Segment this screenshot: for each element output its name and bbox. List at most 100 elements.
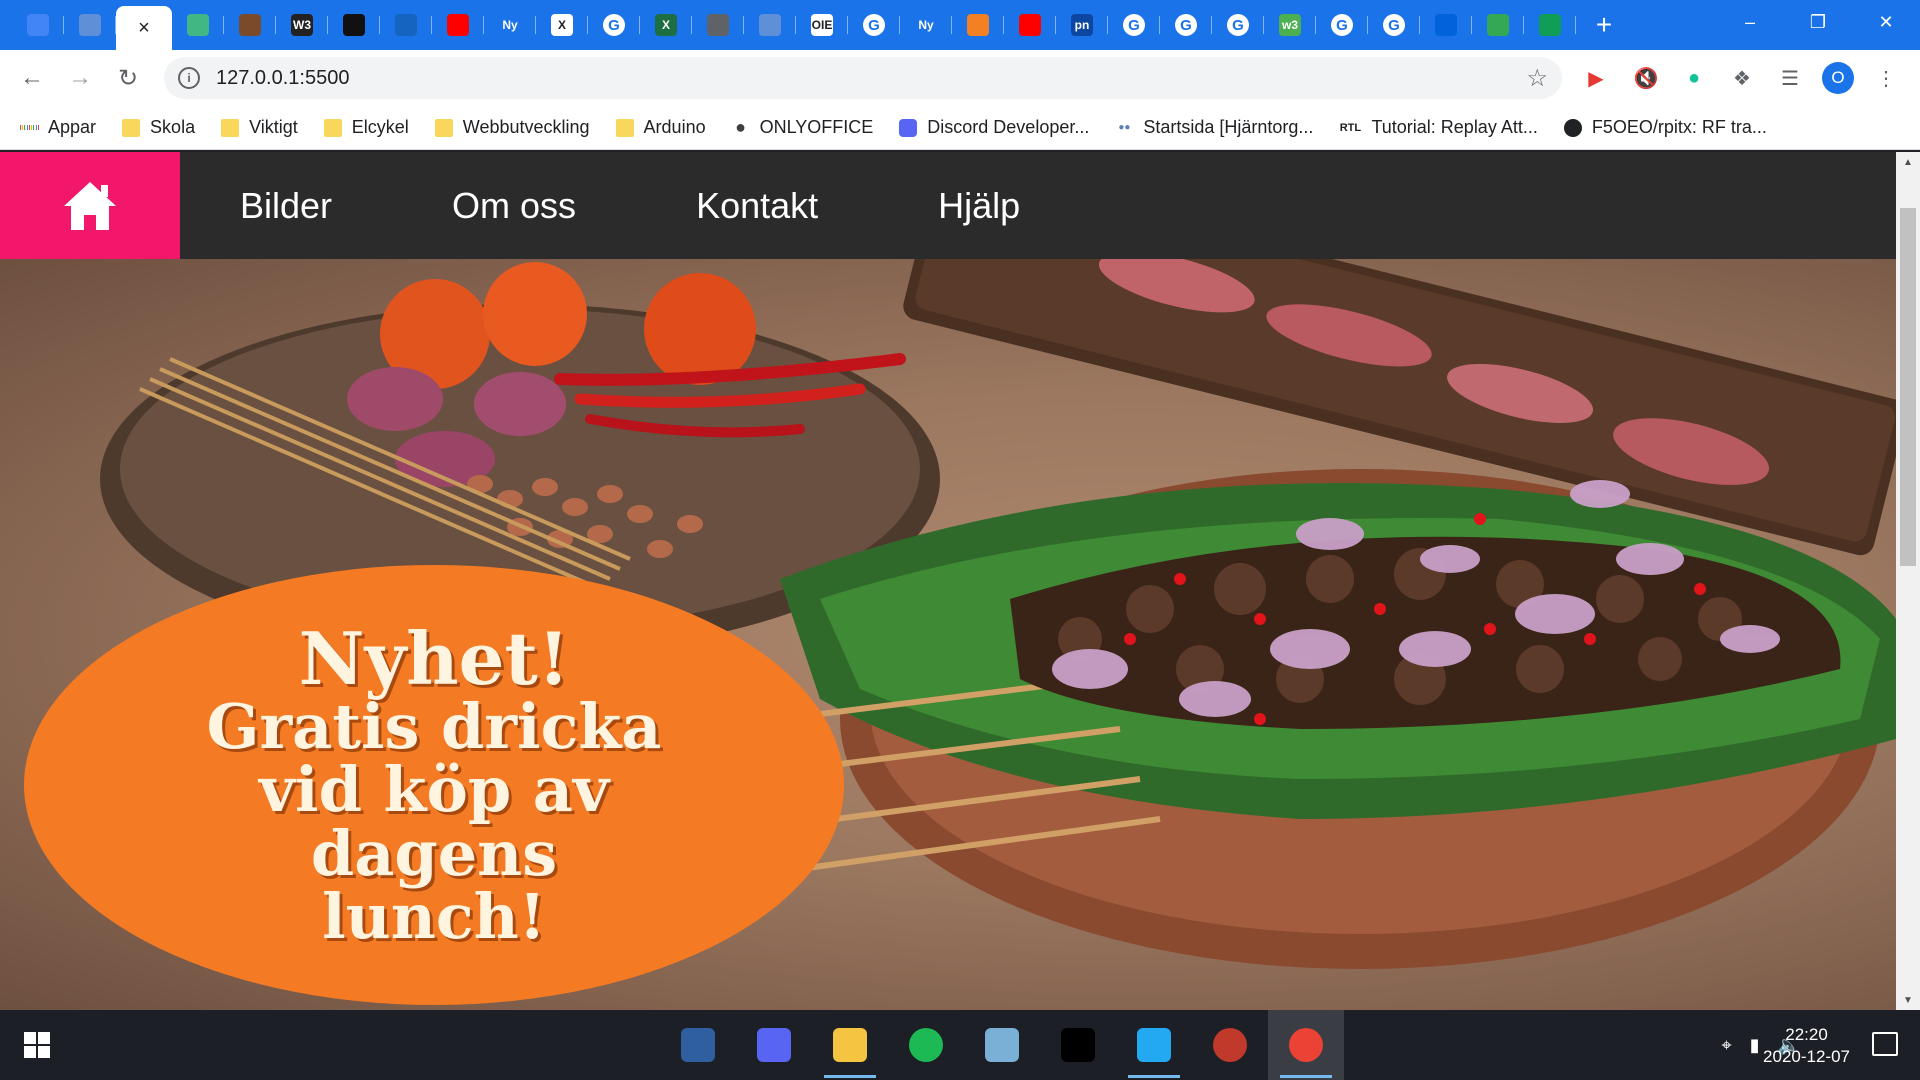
browser-tab[interactable] <box>1524 6 1576 44</box>
taskbar-app-button[interactable] <box>812 1010 888 1080</box>
minimize-button[interactable]: – <box>1716 0 1784 44</box>
taskbar-app-button[interactable] <box>1192 1010 1268 1080</box>
browser-toolbar: ← → ↻ i 127.0.0.1:5500 ☆ ▶ 🔇 ● ❖ ☰ O ⋮ <box>0 50 1920 106</box>
browser-tab[interactable]: × <box>116 6 172 50</box>
browser-tab[interactable]: Ny <box>900 6 952 44</box>
taskbar-app-button[interactable] <box>1116 1010 1192 1080</box>
browser-tab[interactable]: G <box>1316 6 1368 44</box>
bookmark-star-icon[interactable]: ☆ <box>1526 64 1548 93</box>
browser-tab[interactable]: X <box>640 6 692 44</box>
grammarly-icon[interactable]: ● <box>1678 62 1710 94</box>
bookmark-item[interactable]: Arduino <box>615 117 706 138</box>
scroll-up-arrow-icon[interactable]: ▲ <box>1896 152 1920 172</box>
bookmark-item[interactable]: ●● Startsida [Hjärntorg... <box>1115 117 1313 138</box>
browser-tab[interactable]: Ny <box>484 6 536 44</box>
browser-tab[interactable] <box>1004 6 1056 44</box>
promo-line-4: dagens <box>310 816 558 890</box>
browser-tab[interactable]: G <box>848 6 900 44</box>
taskbar-clock[interactable]: 22:20 2020-12-07 <box>1763 1024 1850 1068</box>
promo-line-3: vid köp av <box>259 753 609 827</box>
browser-tab[interactable]: G <box>1108 6 1160 44</box>
forward-button[interactable]: → <box>62 60 98 96</box>
extensions-puzzle-icon[interactable]: ❖ <box>1726 62 1758 94</box>
address-url[interactable]: 127.0.0.1:5500 <box>216 67 349 90</box>
media-extension-icon[interactable]: ▶ <box>1580 62 1612 94</box>
bookmark-item[interactable]: Viktigt <box>221 117 298 138</box>
browser-tab[interactable] <box>380 6 432 44</box>
restore-button[interactable]: ❐ <box>1784 0 1852 44</box>
taskbar-app-button[interactable] <box>964 1010 1040 1080</box>
google-icon: G <box>1331 14 1353 36</box>
wifi-icon[interactable]: ⌖ <box>1722 1035 1732 1056</box>
browser-tab[interactable] <box>744 6 796 44</box>
back-button[interactable]: ← <box>14 60 50 96</box>
browser-tab[interactable] <box>692 6 744 44</box>
browser-tab[interactable]: G <box>1368 6 1420 44</box>
muted-speaker-icon[interactable]: 🔇 <box>1630 62 1662 94</box>
chrome-menu-icon[interactable]: ⋮ <box>1870 62 1902 94</box>
taskbar-app-button[interactable] <box>1040 1010 1116 1080</box>
chrome-icon <box>1289 1028 1323 1062</box>
rtl-icon: RTL <box>1339 121 1362 134</box>
browser-tab[interactable]: OIE <box>796 6 848 44</box>
unity-icon <box>1061 1028 1095 1062</box>
bookmark-item[interactable]: Appar <box>20 117 96 138</box>
nav-link-om-oss[interactable]: Om oss <box>452 185 576 227</box>
bookmark-item[interactable]: Webbutveckling <box>434 117 590 138</box>
site-info-icon[interactable]: i <box>178 67 200 89</box>
browser-tab[interactable]: G <box>1212 6 1264 44</box>
bookmark-item[interactable]: ● ONLYOFFICE <box>732 117 873 138</box>
sheets-icon <box>1539 14 1561 36</box>
google-icon: G <box>1175 14 1197 36</box>
taskbar-app-button[interactable] <box>736 1010 812 1080</box>
browser-tab[interactable] <box>12 6 64 44</box>
address-bar[interactable]: i 127.0.0.1:5500 ☆ <box>164 57 1562 99</box>
promo-line-2: Gratis dricka <box>206 690 662 764</box>
google-icon: G <box>863 14 885 36</box>
browser-tab[interactable] <box>224 6 276 44</box>
browser-tab[interactable] <box>328 6 380 44</box>
youtube-icon <box>1019 14 1041 36</box>
browser-tab[interactable] <box>952 6 1004 44</box>
flickr-icon <box>1435 14 1457 36</box>
bookmark-item[interactable]: Discord Developer... <box>899 117 1089 138</box>
tab-list: × W3 Ny X G X OIE G Ny pn G G Gw3 G G + <box>12 6 1624 50</box>
nav-link-bilder[interactable]: Bilder <box>240 185 332 227</box>
browser-tab[interactable]: w3 <box>1264 6 1316 44</box>
browser-tab[interactable] <box>172 6 224 44</box>
browser-tab[interactable] <box>1420 6 1472 44</box>
bookmark-item[interactable]: F5OEO/rpitx: RF tra... <box>1563 117 1767 138</box>
scrollbar-thumb[interactable] <box>1900 208 1916 566</box>
bookmark-item[interactable]: Skola <box>122 117 195 138</box>
notification-center-icon[interactable] <box>1872 1032 1898 1056</box>
browser-tab[interactable] <box>432 6 484 44</box>
hero-food-image: Nyhet! Gratis dricka vid köp av dagens l… <box>0 259 1896 1010</box>
close-window-button[interactable]: ✕ <box>1852 0 1920 44</box>
pn-icon: pn <box>1071 14 1093 36</box>
browser-tab[interactable] <box>1472 6 1524 44</box>
home-button[interactable] <box>0 152 180 259</box>
nav-link-hjalp[interactable]: Hjälp <box>938 185 1020 227</box>
google-icon: G <box>1383 14 1405 36</box>
taskbar-app-button[interactable] <box>888 1010 964 1080</box>
nav-link-kontakt[interactable]: Kontakt <box>696 185 818 227</box>
new-tab-button[interactable]: + <box>1584 6 1624 44</box>
page-scrollbar[interactable]: ▲ ▼ <box>1896 152 1920 1010</box>
profile-avatar[interactable]: O <box>1822 62 1854 94</box>
scroll-down-arrow-icon[interactable]: ▼ <box>1896 990 1920 1010</box>
taskbar-app-button[interactable] <box>1268 1010 1344 1080</box>
browser-tab[interactable] <box>64 6 116 44</box>
battery-icon[interactable]: ▮ <box>1750 1035 1760 1056</box>
browser-tab[interactable]: G <box>1160 6 1212 44</box>
reload-button[interactable]: ↻ <box>110 60 146 96</box>
close-icon[interactable]: × <box>133 17 155 39</box>
bookmark-item[interactable]: RTL Tutorial: Replay Att... <box>1339 117 1538 138</box>
browser-tab[interactable]: G <box>588 6 640 44</box>
taskbar-app-button[interactable] <box>660 1010 736 1080</box>
browser-tab[interactable]: X <box>536 6 588 44</box>
start-button[interactable] <box>12 1020 62 1070</box>
browser-tab[interactable]: W3 <box>276 6 328 44</box>
bookmark-item[interactable]: Elcykel <box>323 117 409 138</box>
media-queue-icon[interactable]: ☰ <box>1774 62 1806 94</box>
browser-tab[interactable]: pn <box>1056 6 1108 44</box>
